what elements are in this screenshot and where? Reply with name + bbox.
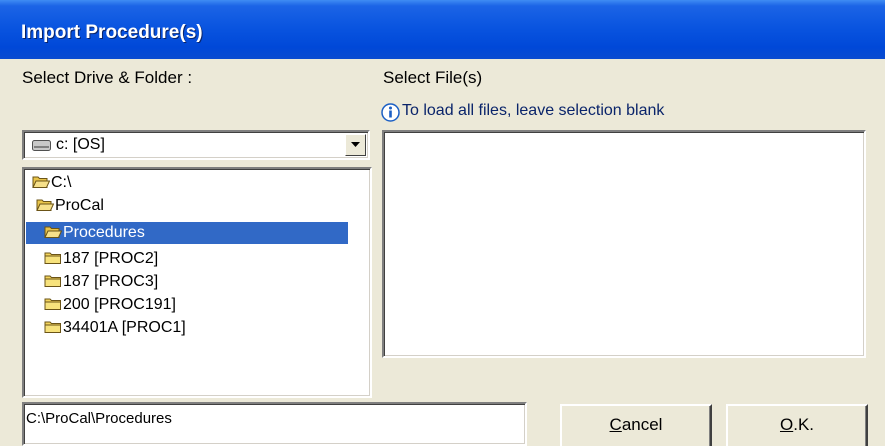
tree-folder-label: 200 [PROC191] bbox=[63, 296, 176, 313]
file-list[interactable] bbox=[382, 130, 866, 358]
tree-folder-label: Procedures bbox=[63, 224, 145, 241]
open-folder-icon bbox=[36, 197, 55, 212]
tree-folder-item[interactable]: 187 [PROC2] bbox=[44, 248, 158, 270]
cancel-button[interactable]: Cancel bbox=[560, 404, 712, 446]
title-bar[interactable]: Import Procedure(s) bbox=[0, 0, 885, 59]
selected-path-text: C:\ProCal\Procedures bbox=[26, 410, 172, 427]
folder-icon bbox=[44, 273, 62, 288]
window-title: Import Procedure(s) bbox=[21, 22, 203, 43]
tree-folder-label: ProCal bbox=[55, 197, 104, 214]
folder-tree[interactable]: C:\ ProCal Procedures 187 [PROC2] 187 [PROC3… bbox=[22, 167, 372, 398]
tree-folder-label: 187 [PROC2] bbox=[63, 250, 159, 267]
selected-path-field[interactable]: C:\ProCal\Procedures bbox=[22, 402, 527, 446]
drive-select[interactable]: c: [OS] bbox=[22, 130, 370, 160]
tree-folder-label: 34401A [PROC1] bbox=[63, 319, 186, 336]
ok-button[interactable]: O.K. bbox=[726, 404, 868, 446]
drive-icon bbox=[32, 140, 51, 151]
tree-folder-item[interactable]: 200 [PROC191] bbox=[44, 294, 176, 316]
cancel-accelerator: C bbox=[609, 415, 622, 434]
select-files-label: Select File(s) bbox=[383, 68, 483, 87]
chevron-down-icon bbox=[351, 142, 360, 147]
tree-folder-item[interactable]: Procedures bbox=[26, 222, 348, 244]
folder-icon bbox=[44, 250, 62, 265]
tree-folder-label: C:\ bbox=[51, 174, 72, 191]
drive-dropdown-button[interactable] bbox=[345, 134, 366, 156]
import-procedures-dialog: Import Procedure(s) Select Drive & Folde… bbox=[0, 0, 885, 446]
folder-icon bbox=[44, 319, 62, 334]
cancel-label: ancel bbox=[621, 415, 663, 434]
info-message: To load all files, leave selection blank bbox=[402, 102, 665, 119]
tree-folder-item[interactable]: ProCal bbox=[36, 195, 104, 217]
open-folder-icon bbox=[32, 174, 51, 189]
ok-label: .K. bbox=[793, 415, 815, 434]
open-folder-icon bbox=[44, 224, 63, 239]
info-icon bbox=[381, 103, 400, 122]
ok-accelerator: O bbox=[779, 415, 794, 434]
tree-folder-item[interactable]: C:\ bbox=[32, 172, 71, 194]
drive-select-value: c: [OS] bbox=[56, 136, 105, 153]
select-drive-folder-label: Select Drive & Folder : bbox=[22, 68, 193, 87]
tree-folder-item[interactable]: 34401A [PROC1] bbox=[44, 317, 186, 339]
tree-folder-label: 187 [PROC3] bbox=[63, 273, 159, 290]
folder-icon bbox=[44, 296, 62, 311]
tree-folder-item[interactable]: 187 [PROC3] bbox=[44, 271, 158, 293]
